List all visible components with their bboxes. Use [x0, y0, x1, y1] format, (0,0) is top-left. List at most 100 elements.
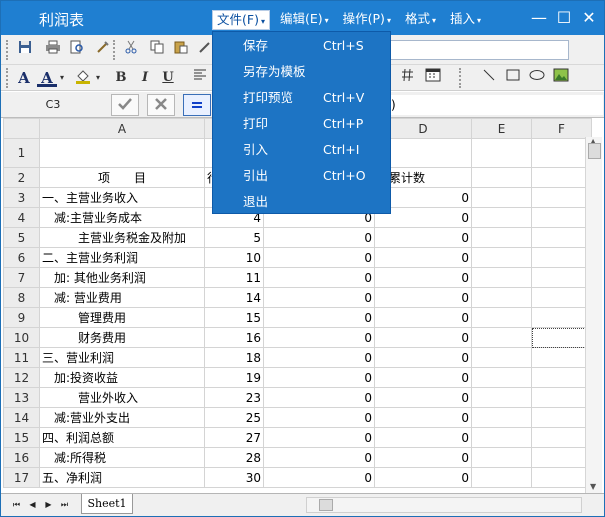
year-total-cell[interactable]: 0 [374, 387, 472, 408]
menu-insert[interactable]: 插入 ▾ [446, 10, 485, 30]
header-cell-item[interactable]: 项 目 [39, 167, 205, 188]
line-no-cell[interactable]: 27 [204, 427, 264, 448]
copy-icon[interactable] [147, 40, 167, 60]
item-cell[interactable]: 五、净利润 [39, 467, 205, 488]
corner-cell[interactable] [3, 118, 40, 139]
cell[interactable] [531, 307, 592, 328]
cell-reference[interactable]: C3 [5, 95, 101, 115]
first-sheet-icon[interactable]: ⏮ [11, 498, 22, 512]
cell[interactable] [471, 267, 532, 288]
line-no-cell[interactable]: 18 [204, 347, 264, 368]
cell[interactable] [531, 427, 592, 448]
line-no-cell[interactable]: 5 [204, 227, 264, 248]
cell[interactable] [471, 187, 532, 208]
current-month-cell[interactable]: 0 [263, 367, 375, 388]
menu-item-exit[interactable]: 退出 [213, 189, 390, 215]
chevron-down-icon[interactable]: ▾ [57, 68, 67, 88]
item-cell[interactable]: 财务费用 [39, 327, 205, 348]
item-cell[interactable]: 减: 营业费用 [39, 287, 205, 308]
cell[interactable] [39, 138, 205, 168]
cell[interactable] [531, 387, 592, 408]
menu-item-print-preview[interactable]: 打印预览 Ctrl+V [213, 85, 390, 111]
current-month-cell[interactable]: 0 [263, 327, 375, 348]
item-cell[interactable]: 加: 其他业务利润 [39, 267, 205, 288]
next-sheet-icon[interactable]: ▶ [43, 498, 54, 512]
cell[interactable] [471, 327, 532, 348]
menu-item-save[interactable]: 保存 Ctrl+S [213, 33, 390, 59]
line-no-cell[interactable]: 30 [204, 467, 264, 488]
column-header[interactable]: F [531, 118, 592, 139]
cell[interactable] [471, 367, 532, 388]
cell[interactable] [531, 447, 592, 468]
row-header[interactable]: 16 [3, 447, 40, 468]
row-header[interactable]: 3 [3, 187, 40, 208]
number-format-icon[interactable] [399, 68, 419, 88]
formula-input[interactable]: ) [389, 95, 603, 115]
menu-operate[interactable]: 操作(P) ▾ [339, 10, 395, 30]
line-no-cell[interactable]: 11 [204, 267, 264, 288]
print-icon[interactable] [43, 40, 63, 60]
save-icon[interactable] [15, 40, 35, 60]
cell[interactable] [471, 427, 532, 448]
current-month-cell[interactable]: 0 [263, 227, 375, 248]
row-header[interactable]: 14 [3, 407, 40, 428]
calendar-icon[interactable] [423, 68, 443, 88]
toolbar-grip[interactable] [459, 68, 462, 88]
row-header[interactable]: 5 [3, 227, 40, 248]
row-header[interactable]: 1 [3, 138, 40, 168]
scroll-thumb[interactable] [588, 143, 601, 159]
row-header[interactable]: 11 [3, 347, 40, 368]
year-total-cell[interactable]: 0 [374, 407, 472, 428]
item-cell[interactable]: 四、利润总额 [39, 427, 205, 448]
bold-button[interactable]: B [111, 68, 131, 88]
cancel-icon[interactable] [147, 94, 175, 116]
line-no-cell[interactable]: 14 [204, 287, 264, 308]
cell[interactable] [471, 307, 532, 328]
menu-format[interactable]: 格式 ▾ [401, 10, 440, 30]
menu-file[interactable]: 文件(F) ▾ [212, 10, 270, 30]
row-header[interactable]: 15 [3, 427, 40, 448]
cell[interactable] [471, 447, 532, 468]
item-cell[interactable]: 管理费用 [39, 307, 205, 328]
last-sheet-icon[interactable]: ⏭ [59, 498, 70, 512]
line-no-cell[interactable]: 15 [204, 307, 264, 328]
year-total-cell[interactable]: 0 [374, 347, 472, 368]
current-month-cell[interactable]: 0 [263, 427, 375, 448]
menu-edit[interactable]: 编辑(E) ▾ [276, 10, 333, 30]
cell[interactable] [531, 367, 592, 388]
cell[interactable] [531, 467, 592, 488]
horizontal-scrollbar[interactable] [306, 497, 582, 513]
font-icon[interactable]: A [14, 68, 34, 88]
underline-button[interactable]: U [158, 68, 178, 88]
year-total-cell[interactable]: 0 [374, 447, 472, 468]
rectangle-tool-icon[interactable] [503, 68, 523, 88]
column-header[interactable]: A [39, 118, 205, 139]
image-tool-icon[interactable] [551, 68, 571, 88]
cell[interactable] [531, 247, 592, 268]
line-no-cell[interactable]: 28 [204, 447, 264, 468]
row-header[interactable]: 6 [3, 247, 40, 268]
year-total-cell[interactable]: 0 [374, 367, 472, 388]
current-month-cell[interactable]: 0 [263, 287, 375, 308]
item-cell[interactable]: 一、主营业务收入 [39, 187, 205, 208]
current-month-cell[interactable]: 0 [263, 467, 375, 488]
italic-button[interactable]: I [135, 68, 155, 88]
row-header[interactable]: 2 [3, 167, 40, 188]
current-month-cell[interactable]: 0 [263, 387, 375, 408]
item-cell[interactable]: 营业外收入 [39, 387, 205, 408]
line-no-cell[interactable]: 10 [204, 247, 264, 268]
line-tool-icon[interactable] [479, 68, 499, 88]
cell[interactable] [471, 467, 532, 488]
chevron-down-icon[interactable]: ▾ [93, 68, 103, 88]
item-cell[interactable]: 主营业务税金及附加 [39, 227, 205, 248]
cell[interactable] [531, 287, 592, 308]
cell[interactable] [531, 227, 592, 248]
cell[interactable] [471, 287, 532, 308]
cell[interactable] [531, 187, 592, 208]
row-header[interactable]: 9 [3, 307, 40, 328]
print-preview-icon[interactable] [67, 40, 87, 60]
scroll-thumb[interactable] [319, 499, 333, 511]
paste-icon[interactable] [171, 40, 191, 60]
toolbar-grip[interactable] [113, 40, 116, 60]
year-total-cell[interactable]: 0 [374, 327, 472, 348]
